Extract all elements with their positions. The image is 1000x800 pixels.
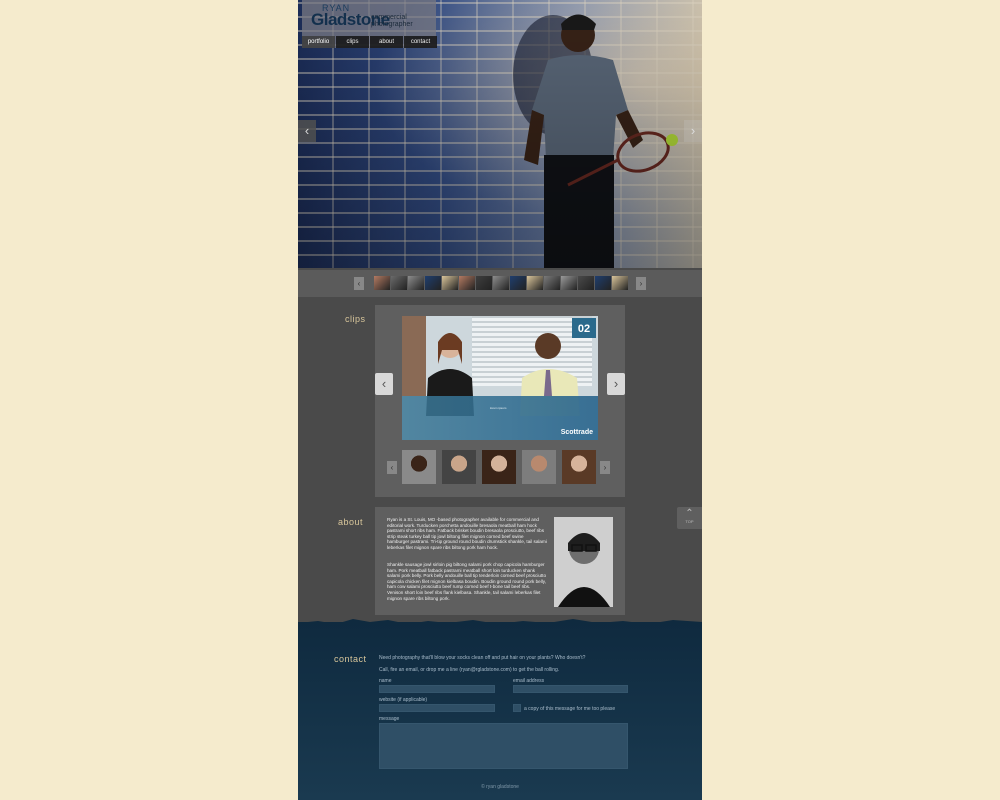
clip-thumbs-next-button[interactable]: › bbox=[600, 461, 610, 474]
video-player[interactable]: lorem ipsum 02 Scottrade bbox=[402, 316, 598, 440]
back-to-top-button[interactable]: ⌃ TOP bbox=[677, 507, 702, 529]
website-field[interactable] bbox=[379, 704, 495, 712]
portfolio-thumbnail[interactable] bbox=[391, 276, 407, 290]
about-panel: Ryan is a St. Louis, MO -based photograp… bbox=[375, 507, 625, 615]
clip-next-button[interactable]: › bbox=[607, 373, 625, 395]
clip-prev-button[interactable]: ‹ bbox=[375, 373, 393, 395]
portfolio-thumbnail[interactable] bbox=[476, 276, 492, 290]
name-field[interactable] bbox=[379, 685, 495, 693]
portfolio-thumbnail[interactable] bbox=[527, 276, 543, 290]
message-textarea[interactable] bbox=[379, 723, 628, 769]
message-label: message bbox=[379, 716, 400, 722]
chevron-up-icon: ⌃ bbox=[685, 508, 694, 519]
clip-thumbnail[interactable] bbox=[402, 450, 436, 484]
copy-checkbox-label: a copy of this message for me too please bbox=[524, 706, 616, 712]
portfolio-thumbnail[interactable] bbox=[493, 276, 509, 290]
clips-heading: clips bbox=[345, 314, 366, 324]
copy-checkbox[interactable] bbox=[513, 704, 521, 712]
logo-tagline: commercial bbox=[371, 14, 407, 21]
portfolio-thumbnail[interactable] bbox=[544, 276, 560, 290]
clips-panel: lorem ipsum 02 Scottrade ‹ › ‹ › bbox=[375, 305, 625, 497]
portfolio-thumbnail[interactable] bbox=[442, 276, 458, 290]
clip-thumbnail[interactable] bbox=[522, 450, 556, 484]
portfolio-thumbnail[interactable] bbox=[595, 276, 611, 290]
email-label: email address bbox=[513, 678, 545, 684]
portfolio-thumbnail[interactable] bbox=[374, 276, 390, 290]
nav-contact[interactable]: contact bbox=[404, 36, 437, 48]
contact-intro: Call, fire an email, or drop me a line (… bbox=[379, 667, 560, 673]
nav-clips[interactable]: clips bbox=[336, 36, 369, 48]
clip-thumbs-prev-button[interactable]: ‹ bbox=[387, 461, 397, 474]
footer-copyright: © ryan gladstone bbox=[481, 784, 519, 790]
portrait-image bbox=[554, 517, 613, 607]
video-caption: lorem ipsum bbox=[490, 406, 507, 410]
portfolio-thumbnail[interactable] bbox=[459, 276, 475, 290]
contact-intro: Need photography that'll blow your socks… bbox=[379, 655, 586, 661]
clip-thumbnail-list: ‹ › bbox=[387, 450, 613, 486]
chevron-right-icon: › bbox=[639, 279, 643, 288]
logo[interactable]: RYAN Gladstone commercial photographer p… bbox=[302, 0, 438, 48]
chevron-right-icon: › bbox=[613, 376, 619, 391]
portfolio-thumbnail[interactable] bbox=[561, 276, 577, 290]
portfolio-thumbnail[interactable] bbox=[408, 276, 424, 290]
nav-about[interactable]: about bbox=[370, 36, 403, 48]
chevron-left-icon: ‹ bbox=[357, 279, 361, 288]
logo-tagline: photographer bbox=[371, 21, 413, 28]
hero-prev-button[interactable]: ‹ bbox=[298, 120, 316, 142]
portfolio-thumbnail[interactable] bbox=[612, 276, 628, 290]
contact-section: contact Need photography that'll blow yo… bbox=[298, 622, 702, 800]
chevron-right-icon: › bbox=[690, 123, 696, 138]
about-heading: about bbox=[338, 517, 364, 527]
top-label: TOP bbox=[685, 519, 694, 524]
thumbnail-list bbox=[374, 276, 629, 290]
chevron-left-icon: ‹ bbox=[304, 123, 310, 138]
hero-image: RYAN Gladstone commercial photographer p… bbox=[298, 0, 702, 268]
strip-next-button[interactable]: › bbox=[636, 277, 646, 290]
clip-thumbnail[interactable] bbox=[562, 450, 596, 484]
episode-badge: 02 bbox=[572, 318, 596, 338]
clip-thumbnail[interactable] bbox=[482, 450, 516, 484]
about-paragraph: Shankle sausage jowl sirloin pig biltong… bbox=[387, 562, 547, 601]
hero-next-button[interactable]: › bbox=[684, 120, 702, 142]
about-portrait-photo bbox=[554, 517, 613, 607]
main-nav: portfolio clips about contact bbox=[302, 36, 438, 48]
clip-thumbnail[interactable] bbox=[442, 450, 476, 484]
portfolio-thumbnail[interactable] bbox=[425, 276, 441, 290]
chevron-left-icon: ‹ bbox=[381, 376, 387, 391]
chevron-left-icon: ‹ bbox=[390, 463, 394, 472]
video-brand: Scottrade bbox=[560, 429, 593, 436]
portfolio-thumbnail[interactable] bbox=[578, 276, 594, 290]
nav-portfolio[interactable]: portfolio bbox=[302, 36, 335, 48]
email-field[interactable] bbox=[513, 685, 628, 693]
portfolio-thumbnail-strip: ‹ › bbox=[298, 270, 702, 297]
page: RYAN Gladstone commercial photographer p… bbox=[298, 0, 702, 800]
portfolio-thumbnail[interactable] bbox=[510, 276, 526, 290]
website-label: website (if applicable) bbox=[379, 697, 428, 703]
chevron-right-icon: › bbox=[603, 463, 607, 472]
strip-prev-button[interactable]: ‹ bbox=[354, 277, 364, 290]
name-label: name bbox=[379, 678, 392, 684]
contact-heading: contact bbox=[334, 654, 367, 664]
about-paragraph: Ryan is a St. Louis, MO -based photograp… bbox=[387, 517, 547, 550]
